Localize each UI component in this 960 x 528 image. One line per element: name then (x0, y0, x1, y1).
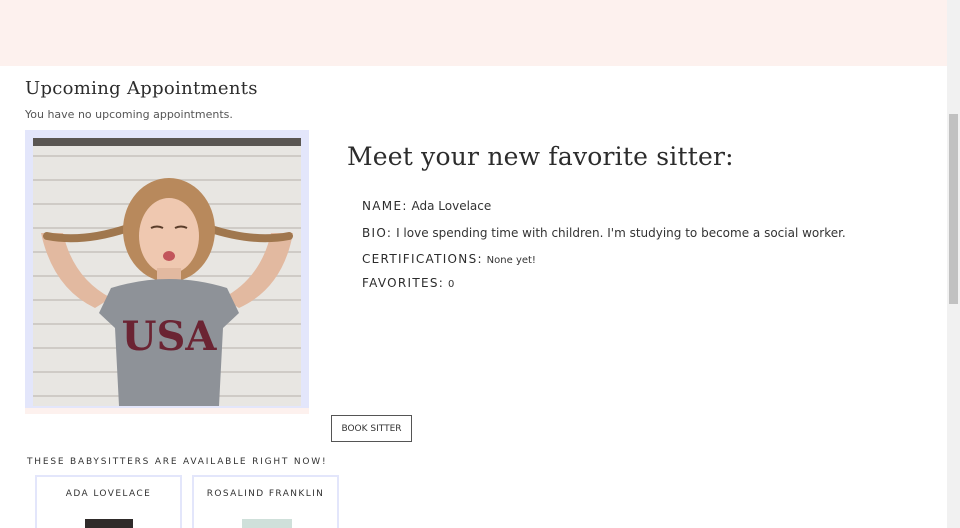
no-appointments-message: You have no upcoming appointments. (25, 108, 233, 121)
sitter-bio-row: BIO: I love spending time with children.… (362, 226, 846, 240)
sitter-card[interactable]: ADA LOVELACE (35, 475, 182, 528)
sitter-card-thumbnail (85, 519, 133, 528)
sitter-card[interactable]: ROSALIND FRANKLIN (192, 475, 339, 528)
sitter-certifications-row: CERTIFICATIONS: None yet! (362, 252, 536, 266)
bio-label: BIO: (362, 226, 393, 240)
scrollbar-thumb[interactable] (949, 114, 958, 304)
sitter-favorites: 0 (447, 279, 455, 290)
appointments-heading: Upcoming Appointments (25, 78, 258, 99)
svg-text:USA: USA (122, 313, 218, 360)
sitter-bio: I love spending time with children. I'm … (396, 226, 846, 240)
sitter-card-name: ADA LOVELACE (65, 489, 152, 499)
sitter-photo: USA (33, 138, 301, 406)
top-banner (0, 0, 947, 66)
sitter-certifications: None yet! (486, 255, 536, 266)
sitter-card-thumbnail (242, 519, 292, 528)
page-scrollbar[interactable] (947, 0, 960, 528)
name-label: NAME: (362, 199, 408, 213)
book-sitter-button[interactable]: BOOK SITTER (331, 415, 412, 442)
sitter-name: Ada Lovelace (411, 199, 492, 213)
sitter-favorites-row: FAVORITES: 0 (362, 276, 454, 290)
certifications-label: CERTIFICATIONS: (362, 252, 483, 266)
sitter-photo-frame: USA (25, 130, 309, 414)
favorites-label: FAVORITES: (362, 276, 445, 290)
sitter-card-name: ROSALIND FRANKLIN (206, 489, 325, 499)
featured-sitter-title: Meet your new favorite sitter: (347, 142, 734, 171)
sitter-name-row: NAME: Ada Lovelace (362, 199, 491, 213)
page: Upcoming Appointments You have no upcomi… (0, 0, 947, 528)
available-sitters-heading: THESE BABYSITTERS ARE AVAILABLE RIGHT NO… (27, 457, 328, 467)
